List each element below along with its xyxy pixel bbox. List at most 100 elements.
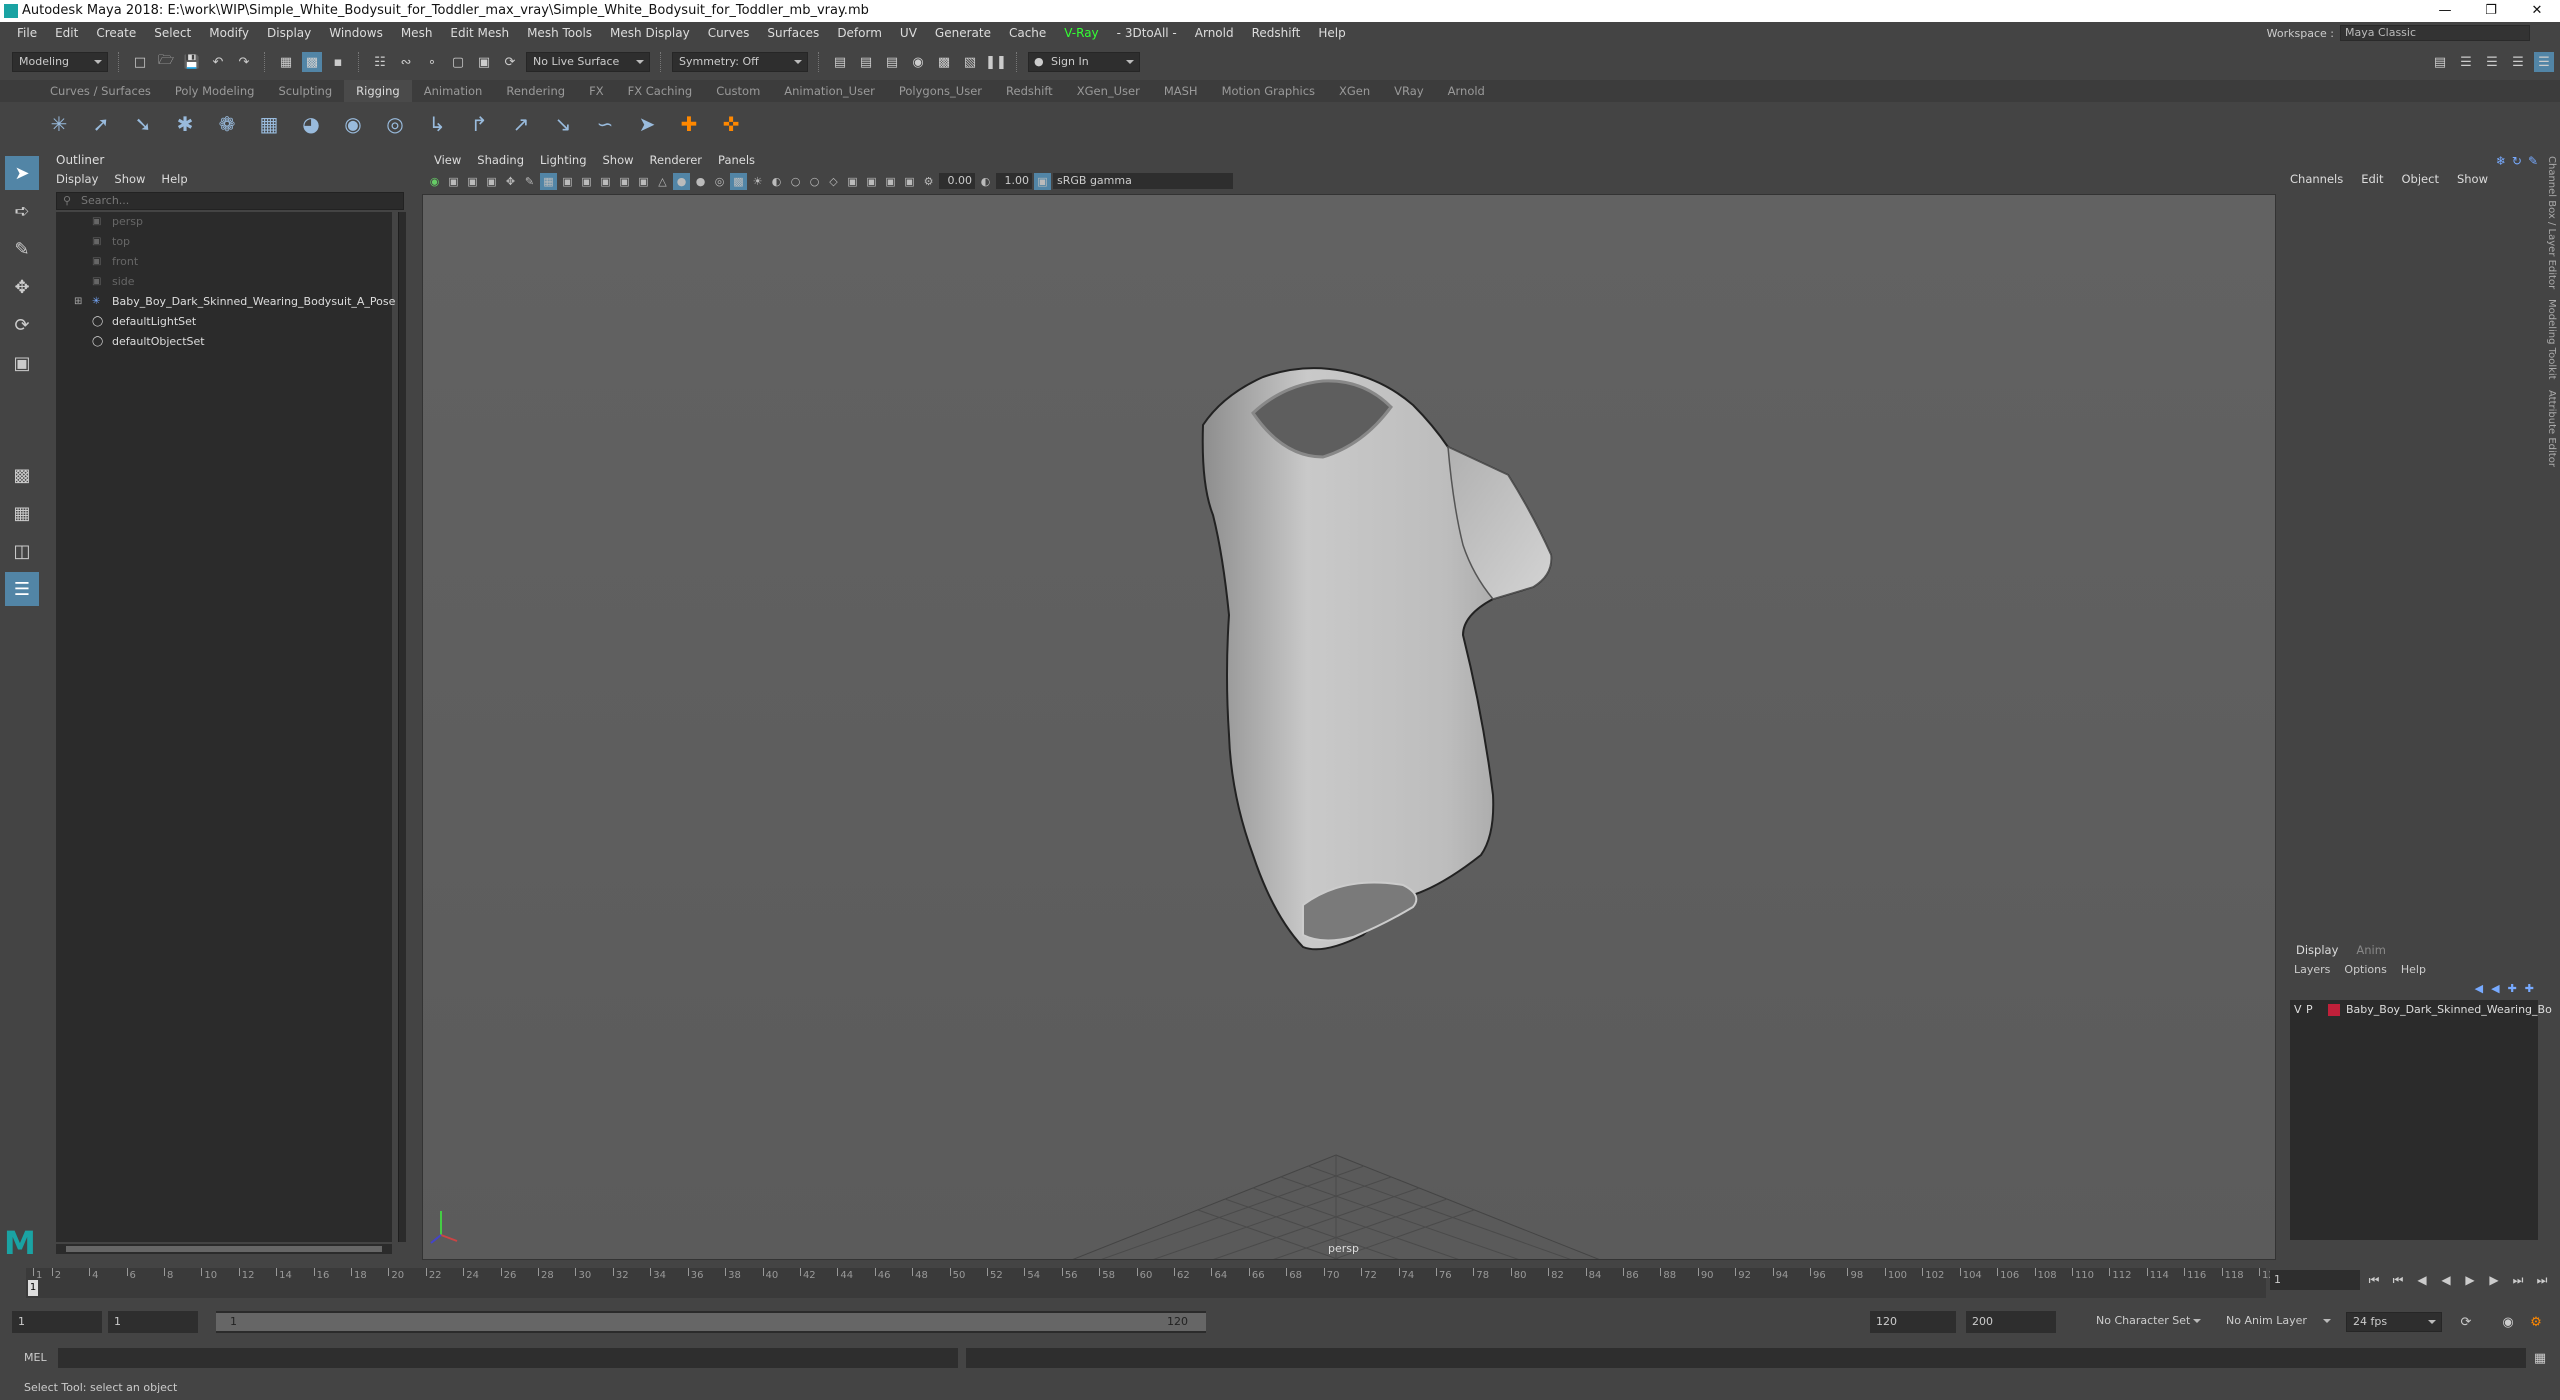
select-component-icon[interactable]: ▪	[328, 52, 348, 72]
outliner-layout-icon[interactable]: ☰	[5, 572, 39, 606]
step-back-key-icon[interactable]: ⏮	[2388, 1270, 2408, 1290]
render-settings-icon[interactable]: ◉	[908, 52, 928, 72]
field-chart-icon[interactable]: ▣	[616, 173, 633, 190]
current-frame-field[interactable]: 1	[2270, 1270, 2360, 1290]
menu-vray[interactable]: V-Ray	[1055, 22, 1107, 44]
use-all-lights-icon[interactable]: ☀	[749, 173, 766, 190]
show-menu[interactable]: Show	[2457, 172, 2488, 186]
play-backwards-icon[interactable]: ◀	[2436, 1270, 2456, 1290]
layer-row[interactable]: V P Baby_Boy_Dark_Skinned_Wearing_Bo	[2290, 1000, 2552, 1020]
channel-box-pin-icon[interactable]: ✎	[2528, 154, 2538, 168]
rotate-tool-icon[interactable]: ⟳	[5, 308, 39, 342]
redo-icon[interactable]: ↷	[234, 52, 254, 72]
layers-menu[interactable]: Layers	[2294, 963, 2330, 976]
viewport-menu-show[interactable]: Show	[595, 150, 642, 170]
insert-joint-icon[interactable]: ❁	[212, 109, 242, 139]
interactive-bind-icon[interactable]: ◎	[380, 109, 410, 139]
camera-attributes-icon[interactable]: ▣	[445, 173, 462, 190]
outliner-item-default-light-set[interactable]: ◯ defaultLightSet	[56, 312, 392, 332]
snap-point-icon[interactable]: ∘	[422, 52, 442, 72]
menu-uv[interactable]: UV	[891, 22, 926, 44]
image-plane-icon[interactable]: ▣	[483, 173, 500, 190]
step-forward-frame-icon[interactable]: ▶	[2484, 1270, 2504, 1290]
save-scene-icon[interactable]: 💾	[182, 52, 202, 72]
menu-curves[interactable]: Curves	[699, 22, 759, 44]
object-menu[interactable]: Object	[2402, 172, 2439, 186]
select-object-icon[interactable]: ▩	[302, 52, 322, 72]
aim-constraint-icon[interactable]: ↱	[464, 109, 494, 139]
move-layer-up-icon[interactable]: ◀	[2475, 982, 2483, 995]
safe-action-icon[interactable]: ▣	[635, 173, 652, 190]
menu-select[interactable]: Select	[145, 22, 200, 44]
outliner-item-default-object-set[interactable]: ◯ defaultObjectSet	[56, 332, 392, 352]
snap-view-icon[interactable]: ▢	[448, 52, 468, 72]
mirror-joint-icon[interactable]: ✱	[170, 109, 200, 139]
paint-weights-icon[interactable]: ◕	[296, 109, 326, 139]
shelf-tab-animation[interactable]: Animation	[412, 80, 495, 102]
open-scene-icon[interactable]: 🗁	[156, 52, 176, 72]
shelf-tab-sculpting[interactable]: Sculpting	[266, 80, 344, 102]
wireframe-on-shaded-icon[interactable]: ◎	[711, 173, 728, 190]
playback-start-field[interactable]: 1	[108, 1311, 198, 1333]
close-icon[interactable]: ✕	[2514, 0, 2560, 22]
smooth-shade-icon[interactable]: ●	[673, 172, 690, 190]
range-bar[interactable]: 1 120	[216, 1311, 1206, 1333]
anim-layer-dropdown[interactable]: No Anim Layer	[2220, 1312, 2336, 1332]
options-menu[interactable]: Options	[2344, 963, 2386, 976]
go-to-end-icon[interactable]: ⏭	[2532, 1270, 2552, 1290]
new-scene-icon[interactable]: □	[130, 52, 150, 72]
textured-icon[interactable]: ▩	[730, 172, 747, 190]
outliner-horizontal-scrollbar[interactable]	[56, 1244, 392, 1254]
render-setup-icon[interactable]: ▧	[960, 52, 980, 72]
auto-key-icon[interactable]: ◉	[2498, 1312, 2518, 1332]
shelf-tab-rigging[interactable]: Rigging	[344, 80, 412, 102]
snap-live-icon[interactable]: ⟳	[500, 52, 520, 72]
outliner-item-top[interactable]: ▣ top	[56, 232, 392, 252]
select-tool-icon[interactable]: ➤	[5, 156, 39, 190]
menu-create[interactable]: Create	[87, 22, 145, 44]
layer-visibility-toggle[interactable]: V	[2294, 1000, 2302, 1020]
film-gate-icon[interactable]: ▣	[559, 173, 576, 190]
grid-icon[interactable]: ▦	[540, 172, 557, 190]
outliner-item-front[interactable]: ▣ front	[56, 252, 392, 272]
select-hierarchy-icon[interactable]: ▦	[276, 52, 296, 72]
depth-of-field-icon[interactable]: ▣	[844, 173, 861, 190]
channel-box-icon[interactable]: ☰	[2508, 52, 2528, 72]
side-tab-channel-box[interactable]: Channel Box / Layer Editor	[2546, 156, 2557, 289]
render-frame-icon[interactable]: ▤	[856, 52, 876, 72]
attribute-editor-icon[interactable]: ☰	[2456, 52, 2476, 72]
layer-playback-toggle[interactable]: P	[2306, 1000, 2313, 1020]
layer-tab-display[interactable]: Display	[2296, 943, 2338, 957]
scene-start-field[interactable]: 1	[12, 1311, 102, 1333]
shelf-tab-polygons-user[interactable]: Polygons_User	[887, 80, 994, 102]
gamma-icon[interactable]: ◐	[977, 173, 994, 190]
outliner-search-input[interactable]: ⚲ Search...	[56, 192, 404, 210]
menu-mesh[interactable]: Mesh	[392, 22, 442, 44]
workspace-dropdown[interactable]: Maya Classic	[2340, 25, 2530, 41]
parent-constraint-icon[interactable]: ∽	[590, 109, 620, 139]
viewport-menu-lighting[interactable]: Lighting	[532, 150, 594, 170]
color-management-icon[interactable]: ▣	[1034, 172, 1051, 190]
outliner-item-persp[interactable]: ▣ persp	[56, 212, 392, 232]
xray-joints-icon[interactable]: ▣	[901, 173, 918, 190]
menu-help[interactable]: Help	[1309, 22, 1354, 44]
shelf-tab-custom[interactable]: Custom	[704, 80, 772, 102]
shelf-tab-arnold[interactable]: Arnold	[1436, 80, 1497, 102]
shelf-tab-fx-caching[interactable]: FX Caching	[616, 80, 705, 102]
step-back-frame-icon[interactable]: ◀	[2412, 1270, 2432, 1290]
scale-constraint-icon[interactable]: ↘	[548, 109, 578, 139]
cluster-icon[interactable]: ✜	[716, 109, 746, 139]
time-ruler[interactable]: 1 1 2 4 6 8 10 12 14 16 18 20 22 24 26 28 30 32 34 36 38 40 4…	[26, 1268, 2281, 1298]
exposure-field[interactable]: 0.00	[939, 173, 975, 189]
menu-edit-mesh[interactable]: Edit Mesh	[441, 22, 518, 44]
joint-tool-icon[interactable]: ✳	[44, 109, 74, 139]
menu-deform[interactable]: Deform	[828, 22, 891, 44]
character-set-dropdown[interactable]: No Character Set	[2090, 1312, 2206, 1332]
restore-icon[interactable]: ❐	[2468, 0, 2514, 22]
undo-icon[interactable]: ↶	[208, 52, 228, 72]
snap-grid-icon[interactable]: ☷	[370, 52, 390, 72]
modeling-toolkit-icon[interactable]: ▤	[2430, 52, 2450, 72]
paint-select-icon[interactable]: ✎	[5, 232, 39, 266]
shadows-icon[interactable]: ◐	[768, 173, 785, 190]
live-surface-dropdown[interactable]: No Live Surface	[526, 52, 650, 72]
